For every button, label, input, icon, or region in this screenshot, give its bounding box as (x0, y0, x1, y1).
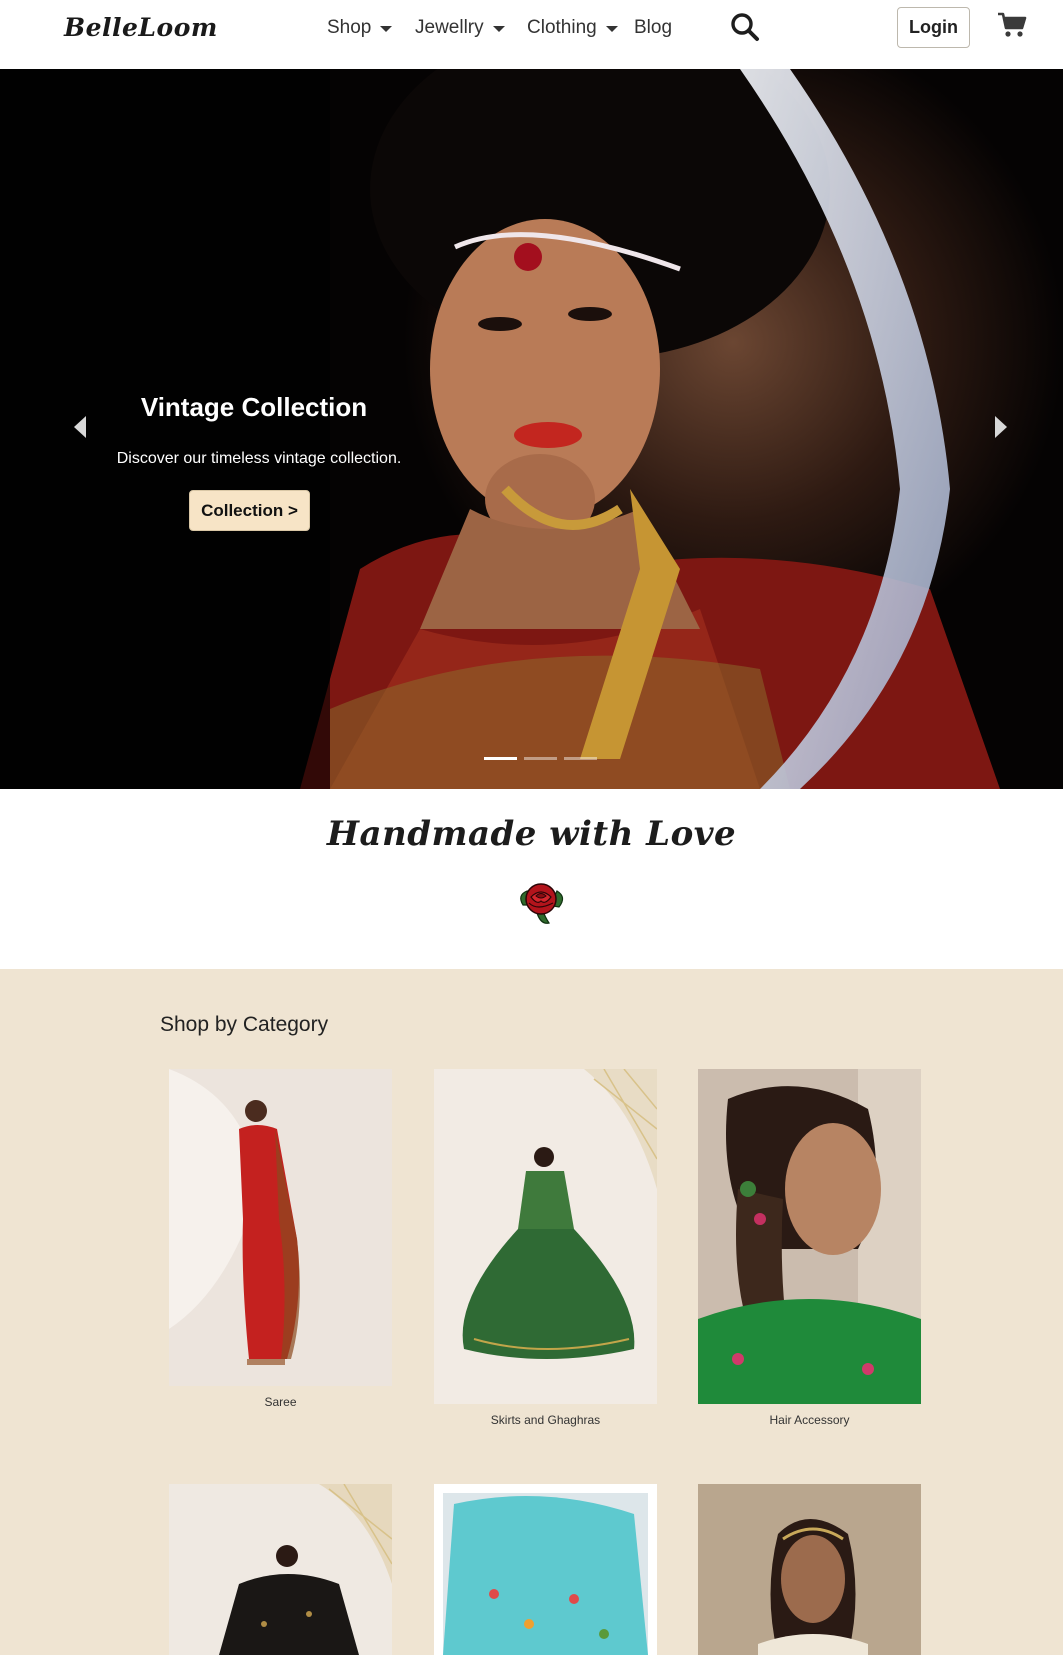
nav-shop-label: Shop (327, 17, 372, 38)
hero-title: Vintage Collection (140, 392, 368, 422)
category-card[interactable] (169, 1484, 392, 1655)
chevron-left-icon[interactable] (70, 414, 92, 440)
nav-clothing-label: Clothing (527, 17, 597, 38)
carousel-indicators (484, 757, 597, 760)
carousel-indicator[interactable] (484, 757, 517, 760)
cart-icon[interactable] (997, 11, 1027, 39)
category-image (698, 1484, 921, 1655)
hero-subtitle: Discover our timeless vintage collection… (116, 450, 402, 467)
tagline-section: Handmade with Love (0, 789, 1063, 969)
chevron-right-icon[interactable] (989, 414, 1011, 440)
carousel-indicator[interactable] (564, 757, 597, 760)
saree-image (169, 1069, 392, 1386)
category-label: Hair Accessory (769, 1413, 850, 1427)
category-label: Saree (264, 1395, 297, 1409)
collection-button[interactable]: Collection > (189, 490, 310, 531)
category-card-skirts[interactable]: Skirts and Ghaghras (434, 1069, 657, 1429)
nav-blog[interactable]: Blog (634, 17, 672, 39)
shop-by-category: Shop by Category Saree Skirts and Ghaghr… (0, 969, 1063, 1655)
hero-image (0, 69, 1063, 789)
caret-down-icon (492, 25, 505, 32)
nav-clothing[interactable]: Clothing (527, 17, 618, 39)
rose-icon (520, 883, 564, 924)
category-card[interactable] (698, 1484, 921, 1655)
category-card[interactable] (434, 1484, 657, 1655)
nav-jewellry[interactable]: Jewellry (415, 17, 505, 39)
nav-jewellry-label: Jewellry (415, 17, 484, 38)
category-card-saree[interactable]: Saree (169, 1069, 392, 1409)
category-label: Skirts and Ghaghras (490, 1413, 601, 1427)
category-image (169, 1484, 392, 1655)
search-icon[interactable] (730, 12, 760, 42)
hero-carousel: Vintage Collection Discover our timeless… (0, 69, 1063, 789)
login-button[interactable]: Login (897, 7, 970, 48)
category-heading: Shop by Category (160, 1013, 329, 1036)
nav-shop[interactable]: Shop (327, 17, 393, 39)
category-image (434, 1484, 657, 1655)
skirts-image (434, 1069, 657, 1404)
nav-blog-label: Blog (634, 17, 673, 38)
hair-accessory-image (698, 1069, 921, 1404)
caret-down-icon (605, 25, 618, 32)
brand-logo[interactable]: BelleLoom (64, 13, 218, 42)
carousel-indicator[interactable] (524, 757, 557, 760)
navbar: BelleLoom Shop Jewellry Clothing Blog Lo… (0, 0, 1063, 69)
tagline-heading: Handmade with Love (326, 814, 737, 854)
caret-down-icon (380, 25, 393, 32)
category-card-hair-accessory[interactable]: Hair Accessory (698, 1069, 921, 1429)
